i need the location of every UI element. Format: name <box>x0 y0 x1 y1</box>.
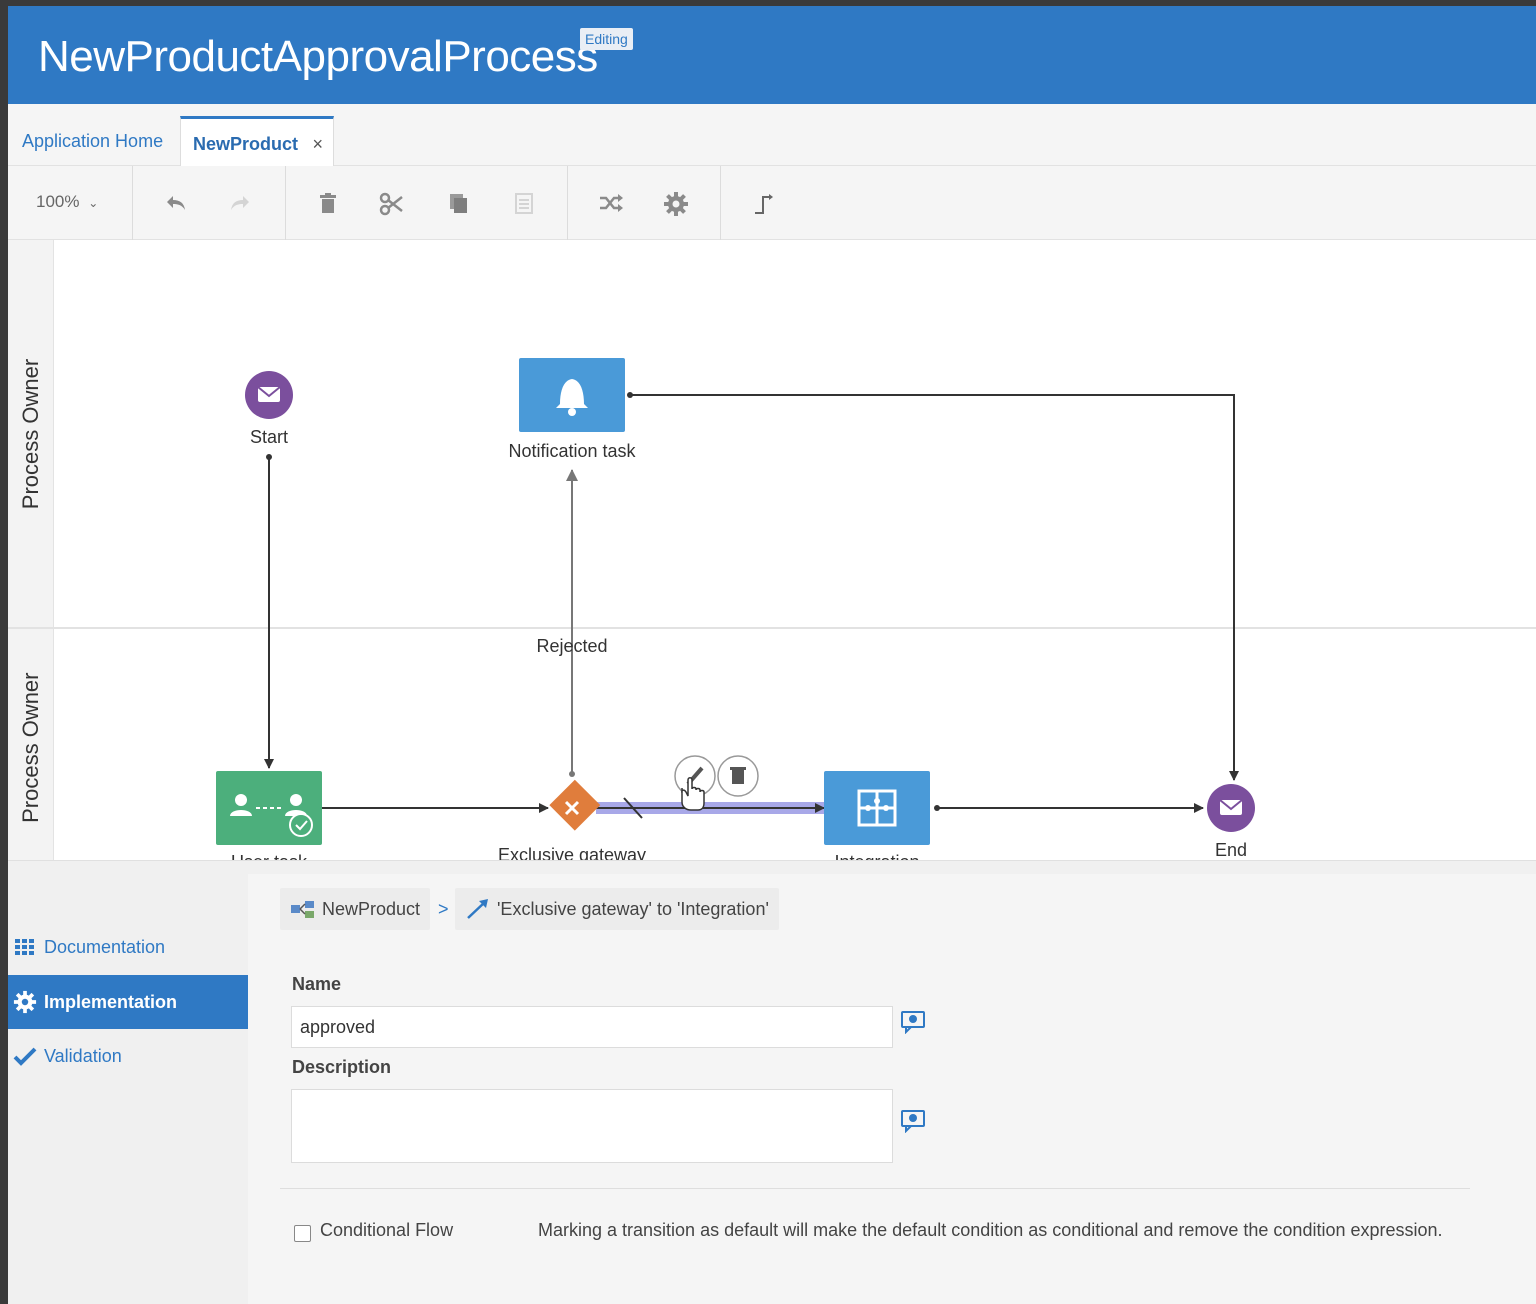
undo-icon[interactable] <box>161 188 191 218</box>
user-task[interactable] <box>216 771 322 845</box>
flow-start-to-user-task[interactable] <box>264 454 274 769</box>
breadcrumb-process[interactable]: NewProduct <box>280 888 431 930</box>
start-label: Start <box>249 427 289 447</box>
tab-application-home[interactable]: Application Home <box>22 116 163 166</box>
end-event[interactable] <box>1207 784 1255 832</box>
section-divider <box>280 1188 1470 1189</box>
app-window: NewProductApprovalProcess Editing Applic… <box>8 6 1536 1304</box>
panel-splitter[interactable] <box>8 860 1536 874</box>
description-field[interactable] <box>291 1089 893 1163</box>
flow-rejected[interactable] <box>566 469 578 777</box>
user-task-label: User task <box>231 852 307 860</box>
sidebar-item-implementation[interactable]: Implementation <box>8 975 248 1029</box>
exclusive-gateway[interactable] <box>549 779 601 831</box>
gateway-label: Exclusive gateway <box>497 845 647 860</box>
process-diagram <box>216 358 1255 845</box>
properties-side-nav: Documentation Implementation Validation <box>8 874 248 1304</box>
notification-task-label: Notification task <box>508 441 636 461</box>
toolbar-divider <box>720 166 721 240</box>
start-event[interactable] <box>245 371 293 419</box>
tab-newproduct[interactable]: NewProduct × <box>180 116 334 166</box>
toolbar-divider <box>132 166 133 240</box>
process-title: NewProductApprovalProcess <box>38 32 598 81</box>
checkmark-icon <box>13 1029 37 1087</box>
description-label: Description <box>292 1057 392 1077</box>
process-canvas[interactable]: Process Owner Process Owner Start Notifi… <box>8 240 1536 860</box>
end-label: End <box>1214 840 1248 860</box>
sidebar-item-label: Validation <box>44 1046 122 1066</box>
comment-icon[interactable] <box>900 1010 926 1035</box>
documentation-icon <box>13 920 37 978</box>
sidebar-item-label: Implementation <box>44 992 178 1012</box>
shuffle-icon[interactable] <box>596 188 626 218</box>
app-header: NewProductApprovalProcess Editing <box>8 6 1536 104</box>
conditional-flow-checkbox[interactable] <box>294 1225 311 1242</box>
tab-bar: Application Home NewProduct × <box>8 104 1536 166</box>
toolbar-divider <box>285 166 286 240</box>
breadcrumb-separator: > <box>438 899 449 919</box>
zoom-select[interactable]: 100% ⌄ <box>36 192 98 212</box>
editing-badge: Editing <box>580 28 633 50</box>
chevron-down-icon: ⌄ <box>88 196 99 210</box>
connector-icon[interactable] <box>749 188 779 218</box>
breadcrumb-current: 'Exclusive gateway' to 'Integration' <box>455 888 779 930</box>
paste-icon[interactable] <box>509 188 539 218</box>
integration-label: Integration <box>834 852 919 860</box>
cut-icon[interactable] <box>377 188 407 218</box>
zoom-value: 100% <box>36 192 80 211</box>
sequence-flow-icon <box>465 888 491 935</box>
breadcrumb-current-label: 'Exclusive gateway' to 'Integration' <box>497 899 769 919</box>
conditional-flow-note: Marking a transition as default will mak… <box>538 1220 1443 1240</box>
flow-gateway-to-integration-selected[interactable] <box>596 797 825 819</box>
rejected-flow-label: Rejected <box>536 636 608 656</box>
copy-icon[interactable] <box>444 188 474 218</box>
toolbar-divider <box>567 166 568 240</box>
gear-icon <box>13 975 37 1035</box>
properties-panel: Documentation Implementation Validation … <box>8 874 1536 1304</box>
comment-icon[interactable] <box>900 1109 926 1134</box>
redo-icon[interactable] <box>225 188 255 218</box>
sidebar-item-documentation[interactable]: Documentation <box>8 920 248 974</box>
sidebar-item-label: Documentation <box>44 937 166 957</box>
close-icon[interactable]: × <box>312 119 323 169</box>
flow-integration-to-end[interactable] <box>934 803 1204 813</box>
editor-toolbar: 100% ⌄ <box>8 166 1536 240</box>
name-label: Name <box>292 974 342 994</box>
delete-flow-icon[interactable] <box>717 755 759 797</box>
integration-task[interactable] <box>824 771 930 845</box>
gear-icon[interactable] <box>661 188 691 218</box>
process-icon <box>290 888 316 934</box>
breadcrumb-root: NewProduct <box>322 899 421 919</box>
name-input[interactable] <box>291 1006 893 1048</box>
sidebar-item-validation[interactable]: Validation <box>8 1029 248 1083</box>
tab-newproduct-label: NewProduct <box>193 134 299 154</box>
flow-notification-to-end[interactable] <box>627 392 1239 781</box>
trash-icon[interactable] <box>313 188 343 218</box>
notification-task[interactable] <box>519 358 625 432</box>
conditional-flow-label: Conditional Flow <box>320 1220 454 1240</box>
